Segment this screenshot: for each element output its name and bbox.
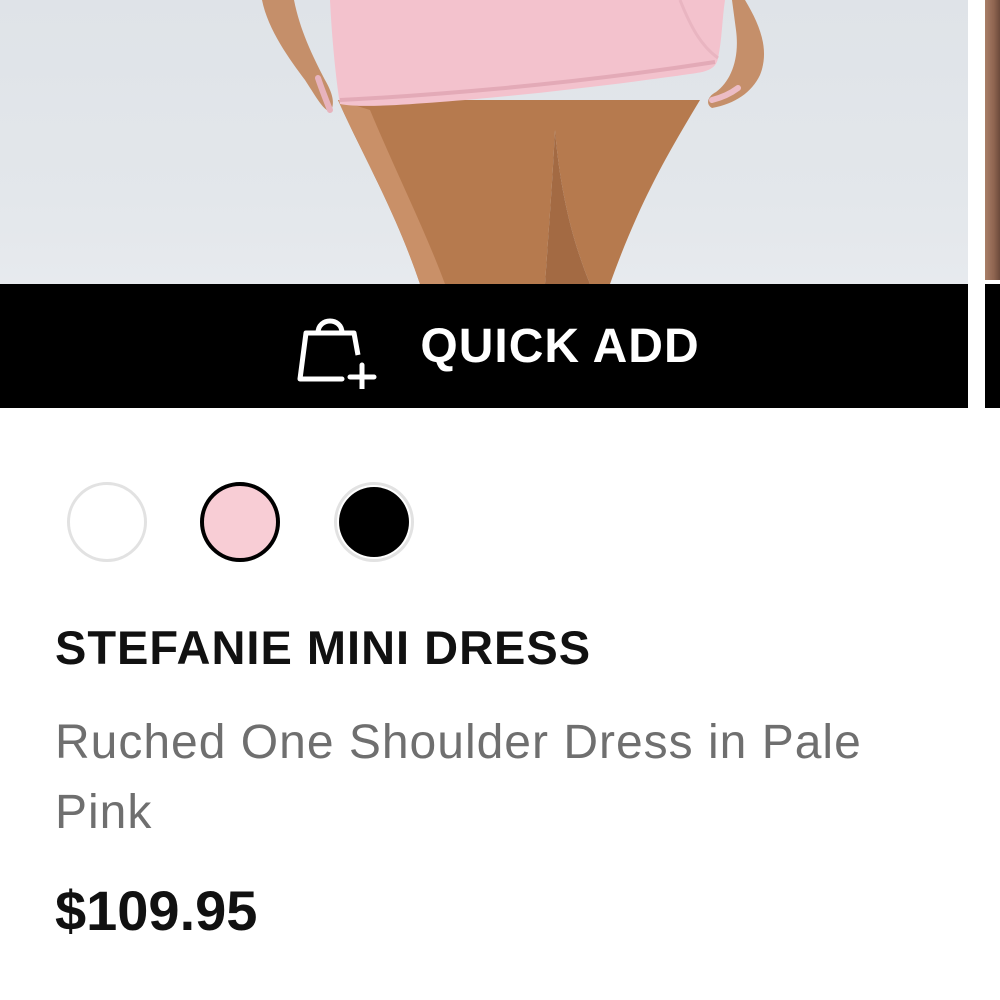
product-name[interactable]: STEFANIE MINI DRESS (55, 620, 591, 675)
shopping-bag-plus-icon (297, 318, 377, 389)
product-price: $109.95 (55, 879, 258, 942)
product-image[interactable] (0, 0, 968, 284)
product-photo-illustration (262, 0, 765, 284)
swatch-pale-pink[interactable] (200, 482, 280, 562)
swatch-white[interactable] (67, 482, 147, 562)
next-product-image-edge (985, 0, 1000, 280)
product-description: Ruched One Shoulder Dress in Pale Pink (55, 716, 862, 839)
product-card-page: QUICK ADD STEFANIE MINI DRESS Ruched One… (0, 0, 1000, 1000)
next-quick-add-edge (985, 284, 1000, 408)
quick-add-label: QUICK ADD (420, 319, 700, 373)
quick-add-button[interactable]: QUICK ADD (0, 284, 968, 408)
next-product-card-edge[interactable] (985, 0, 1000, 408)
swatch-black[interactable] (334, 482, 414, 562)
